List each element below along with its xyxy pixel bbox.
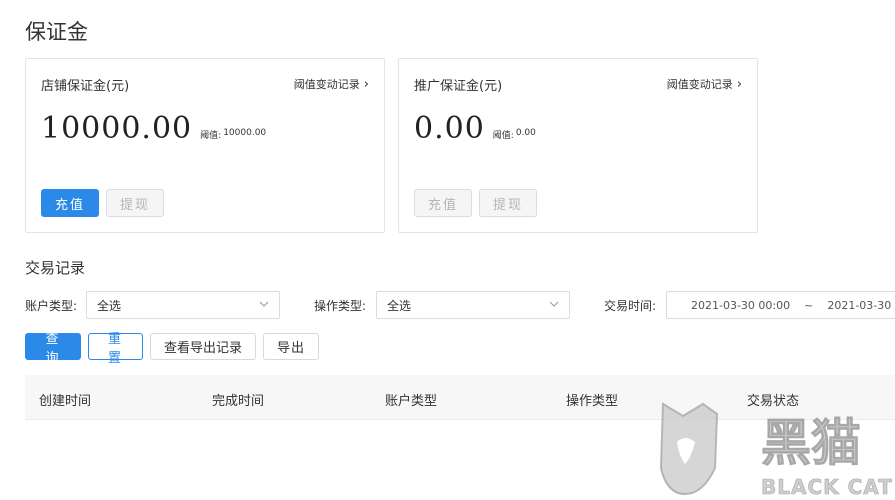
withdraw-button[interactable]: 提现: [106, 189, 165, 217]
threshold-history-link[interactable]: 阈值变动记录 ›: [294, 76, 369, 92]
threshold-info: 阈值: 0.00: [493, 128, 536, 141]
black-cat-watermark-logo: 黑猫 BLACK CAT: [659, 402, 893, 499]
date-range-picker[interactable]: 2021-03-30 00:00 ~ 2021-03-30 2: [666, 291, 895, 319]
card-title: 推广保证金(元): [414, 79, 503, 94]
threshold-history-label: 阈值变动记录: [666, 78, 733, 91]
chevron-down-icon: [549, 301, 559, 307]
deposit-amount: 0.00: [414, 111, 485, 146]
withdraw-button[interactable]: 提现: [479, 189, 538, 217]
export-button[interactable]: 导出: [263, 333, 320, 360]
watermark-cn-text: 黑猫: [761, 414, 861, 472]
amount-row: 0.00 阈值: 0.00: [414, 111, 536, 146]
time-label: 交易时间:: [604, 299, 657, 313]
amount-row: 10000.00 阈值: 10000.00: [41, 111, 266, 146]
date-separator: ~: [804, 298, 814, 312]
account-type-value: 全选: [97, 298, 122, 313]
threshold-value: 0.00: [515, 128, 536, 138]
operation-type-select[interactable]: 全选: [376, 291, 570, 319]
section-title: 交易记录: [25, 259, 86, 277]
column-header-account-type: 账户类型: [385, 394, 438, 409]
card-title: 店铺保证金(元): [41, 79, 130, 94]
column-header-completed: 完成时间: [212, 394, 265, 409]
date-end: 2021-03-30 2: [827, 298, 895, 312]
chevron-right-icon: ›: [736, 76, 742, 92]
threshold-history-label: 阈值变动记录: [293, 78, 360, 91]
chevron-right-icon: ›: [363, 76, 369, 92]
date-start: 2021-03-30 00:00: [691, 298, 791, 312]
query-button[interactable]: 查询: [25, 332, 81, 366]
recharge-button[interactable]: 充值: [414, 189, 473, 217]
operation-type-label: 操作类型:: [314, 299, 367, 313]
filter-actions: 查询 重置 查看导出记录 导出: [25, 332, 320, 366]
account-type-select[interactable]: 全选: [86, 291, 280, 319]
operation-type-value: 全选: [387, 298, 412, 313]
threshold-label: 阈值:: [200, 131, 222, 141]
export-records-button[interactable]: 查看导出记录: [150, 333, 257, 360]
account-type-label: 账户类型:: [25, 299, 78, 313]
recharge-button[interactable]: 充值: [41, 189, 100, 217]
deposit-amount: 10000.00: [41, 111, 193, 146]
threshold-label: 阈值:: [492, 131, 514, 141]
promotion-deposit-card: 推广保证金(元) 阈值变动记录 › 0.00 阈值: 0.00 充值 提现: [398, 58, 758, 233]
card-actions: 充值 提现: [41, 189, 165, 217]
threshold-value: 10000.00: [223, 128, 267, 138]
column-header-created: 创建时间: [39, 394, 92, 409]
page-title: 保证金: [25, 20, 88, 44]
column-header-operation-type: 操作类型: [566, 394, 619, 409]
chevron-down-icon: [259, 301, 269, 307]
reset-button[interactable]: 重置: [88, 332, 143, 366]
threshold-history-link[interactable]: 阈值变动记录 ›: [667, 76, 742, 92]
card-actions: 充值 提现: [414, 189, 538, 217]
store-deposit-card: 店铺保证金(元) 阈值变动记录 › 10000.00 阈值: 10000.00 …: [25, 58, 385, 233]
threshold-info: 阈值: 10000.00: [200, 128, 266, 141]
watermark-en-text: BLACK CAT: [761, 475, 893, 499]
